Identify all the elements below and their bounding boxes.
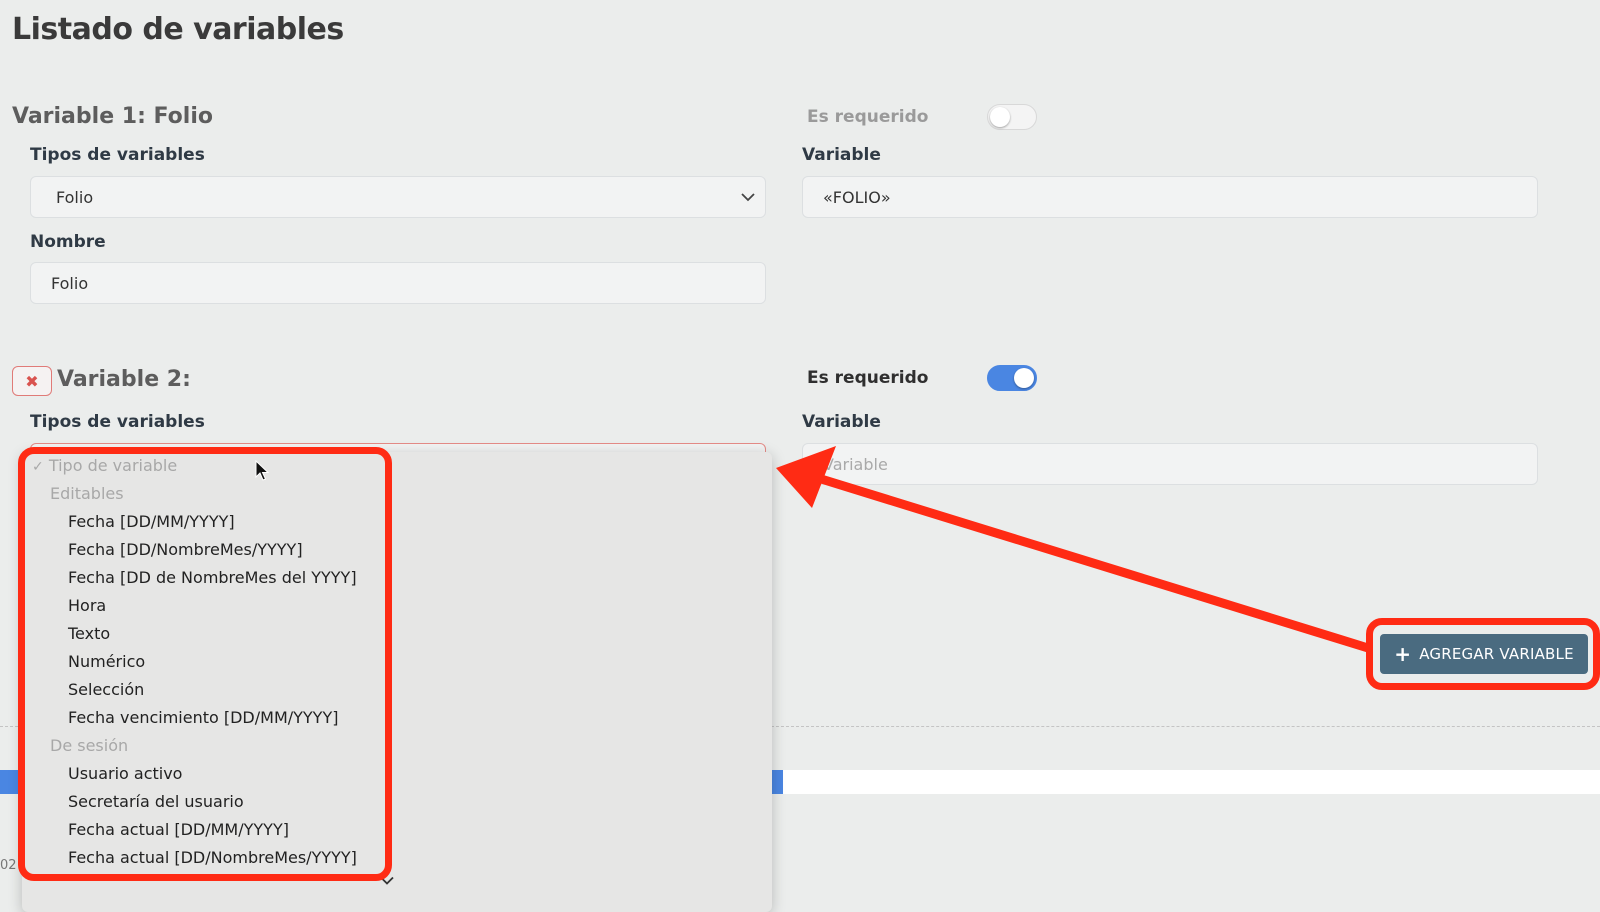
variable-1-type-value: Folio <box>56 187 94 207</box>
variable-1-name-label: Nombre <box>30 232 106 252</box>
page-title: Listado de variables <box>12 12 344 47</box>
mouse-cursor-icon <box>255 460 269 481</box>
chevron-down-icon <box>741 193 755 202</box>
variable-1-type-select[interactable]: Folio <box>30 176 766 218</box>
variable-2-types-label: Tipos de variables <box>30 412 205 432</box>
variable-2-variable-label: Variable <box>802 412 881 432</box>
variable-1-required-label: Es requerido <box>807 107 929 127</box>
variable-1-variable-label: Variable <box>802 145 881 165</box>
variable-1-title: Variable 1: Folio <box>12 104 213 129</box>
variable-1-name-value: Folio <box>51 273 89 293</box>
variable-2-variable-placeholder: Variable <box>823 454 888 474</box>
variable-2-title: Variable 2: <box>57 367 191 392</box>
toggle-knob <box>990 107 1010 127</box>
variable-2-required-toggle[interactable] <box>987 365 1037 391</box>
footer-fragment: 02 <box>0 858 17 873</box>
variable-1-variable-field[interactable]: «FOLIO» <box>802 176 1538 218</box>
annotation-highlight-add-button <box>1366 618 1600 690</box>
variable-1-types-label: Tipos de variables <box>30 145 205 165</box>
variable-1-name-field[interactable]: Folio <box>30 262 766 304</box>
variable-2-variable-field[interactable]: Variable <box>802 443 1538 485</box>
annotation-highlight-dropdown <box>18 447 392 881</box>
remove-variable-button[interactable]: ✖ <box>12 366 52 396</box>
variable-2-required-label: Es requerido <box>807 368 929 388</box>
toggle-knob <box>1014 368 1034 388</box>
close-icon: ✖ <box>25 371 39 391</box>
variable-1-required-toggle[interactable] <box>987 104 1037 130</box>
variable-1-variable-value: «FOLIO» <box>823 187 891 207</box>
